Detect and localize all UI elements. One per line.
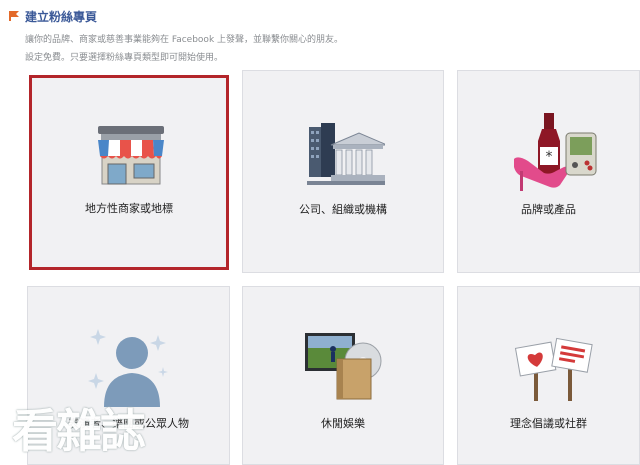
category-tile-local-business[interactable]: 地方性商家或地標 — [29, 75, 229, 270]
entertainment-icon — [305, 333, 382, 400]
brand-products-icon: * — [514, 113, 597, 191]
page-description-2: 設定免費。只要選擇粉絲專頁類型即可開始使用。 — [25, 53, 224, 63]
buildings-icon — [307, 123, 385, 185]
cause-community-icon — [514, 337, 593, 401]
category-label: 品牌或產品 — [521, 203, 576, 216]
flag-icon — [9, 11, 19, 21]
page-description: 讓你的品牌、商家或慈善事業能夠在 Facebook 上發聲，並聯繫你關心的朋友。 — [25, 35, 344, 45]
category-label: 公司、組織或機構 — [299, 203, 387, 216]
category-tile-brand[interactable]: * 品牌或產品 — [457, 70, 640, 273]
page-title: 建立粉絲專頁 — [25, 10, 98, 24]
category-label: 理念倡議或社群 — [510, 417, 587, 430]
category-tile-cause[interactable]: 理念倡議或社群 — [457, 286, 640, 465]
category-tile-company[interactable]: 公司、組織或機構 — [242, 70, 444, 273]
category-tile-public-figure[interactable]: 表演者、樂團或公眾人物 — [27, 286, 230, 465]
category-label: 休閒娛樂 — [321, 417, 365, 430]
svg-text:*: * — [546, 149, 553, 165]
category-label: 地方性商家或地標 — [85, 202, 173, 215]
public-figure-icon — [88, 329, 168, 407]
category-tile-entertainment[interactable]: 休閒娛樂 — [242, 286, 444, 465]
storefront-icon — [98, 126, 164, 185]
category-label: 表演者、樂團或公眾人物 — [68, 417, 189, 430]
